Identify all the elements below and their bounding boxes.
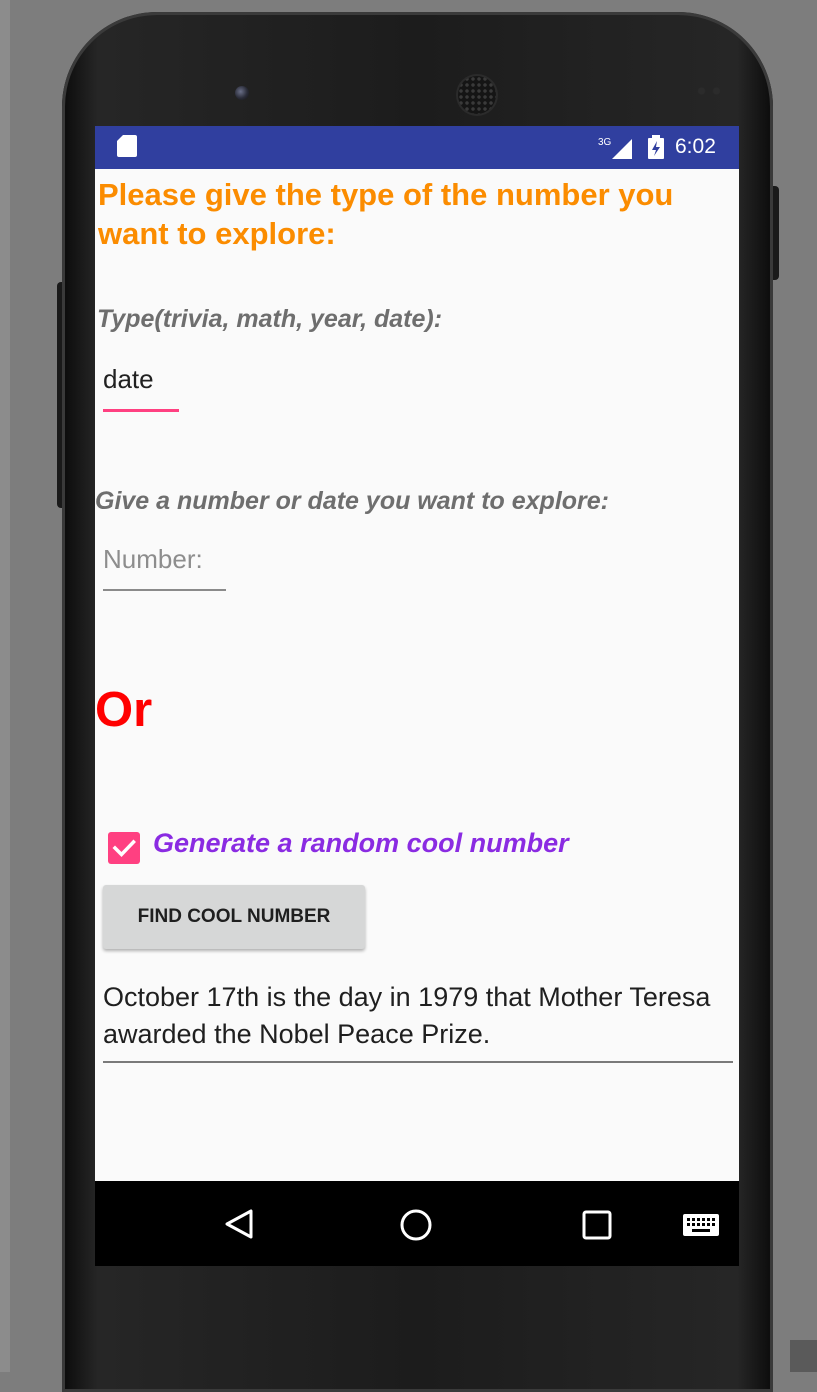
svg-text:3G: 3G <box>598 137 612 148</box>
status-clock: 6:02 <box>675 135 716 158</box>
back-icon[interactable] <box>223 1208 255 1240</box>
background-edge <box>0 0 10 1372</box>
type-label: Type(trivia, math, year, date): <box>97 305 443 333</box>
recents-icon[interactable] <box>582 1210 612 1240</box>
navigation-bar <box>95 1181 739 1266</box>
random-checkbox[interactable] <box>108 832 140 864</box>
device-screen: 3G 6:02 Please give the type of the numb… <box>95 126 739 1266</box>
number-input[interactable]: Number: <box>103 544 226 591</box>
random-checkbox-label[interactable]: Generate a random cool number <box>153 828 569 859</box>
background-corner <box>790 1340 817 1372</box>
or-separator: Or <box>95 683 153 737</box>
page-heading: Please give the type of the number you w… <box>98 177 674 251</box>
checkmark-icon <box>112 839 136 858</box>
app-content: Please give the type of the number you w… <box>95 169 739 1181</box>
home-icon[interactable] <box>400 1209 432 1241</box>
status-bar: 3G 6:02 <box>95 126 739 169</box>
earpiece-speaker <box>458 76 496 114</box>
find-cool-number-button[interactable]: FIND COOL NUMBER <box>103 885 365 949</box>
number-label: Give a number or date you want to explor… <box>95 487 609 515</box>
front-camera <box>235 86 249 100</box>
battery-icon <box>648 135 664 159</box>
sd-card-icon <box>117 135 137 157</box>
result-text[interactable]: October 17th is the day in 1979 that Mot… <box>103 979 733 1063</box>
signal-icon: 3G <box>598 137 632 159</box>
type-input[interactable]: date <box>103 364 179 412</box>
keyboard-icon[interactable] <box>683 1214 719 1236</box>
proximity-sensor <box>694 86 724 96</box>
